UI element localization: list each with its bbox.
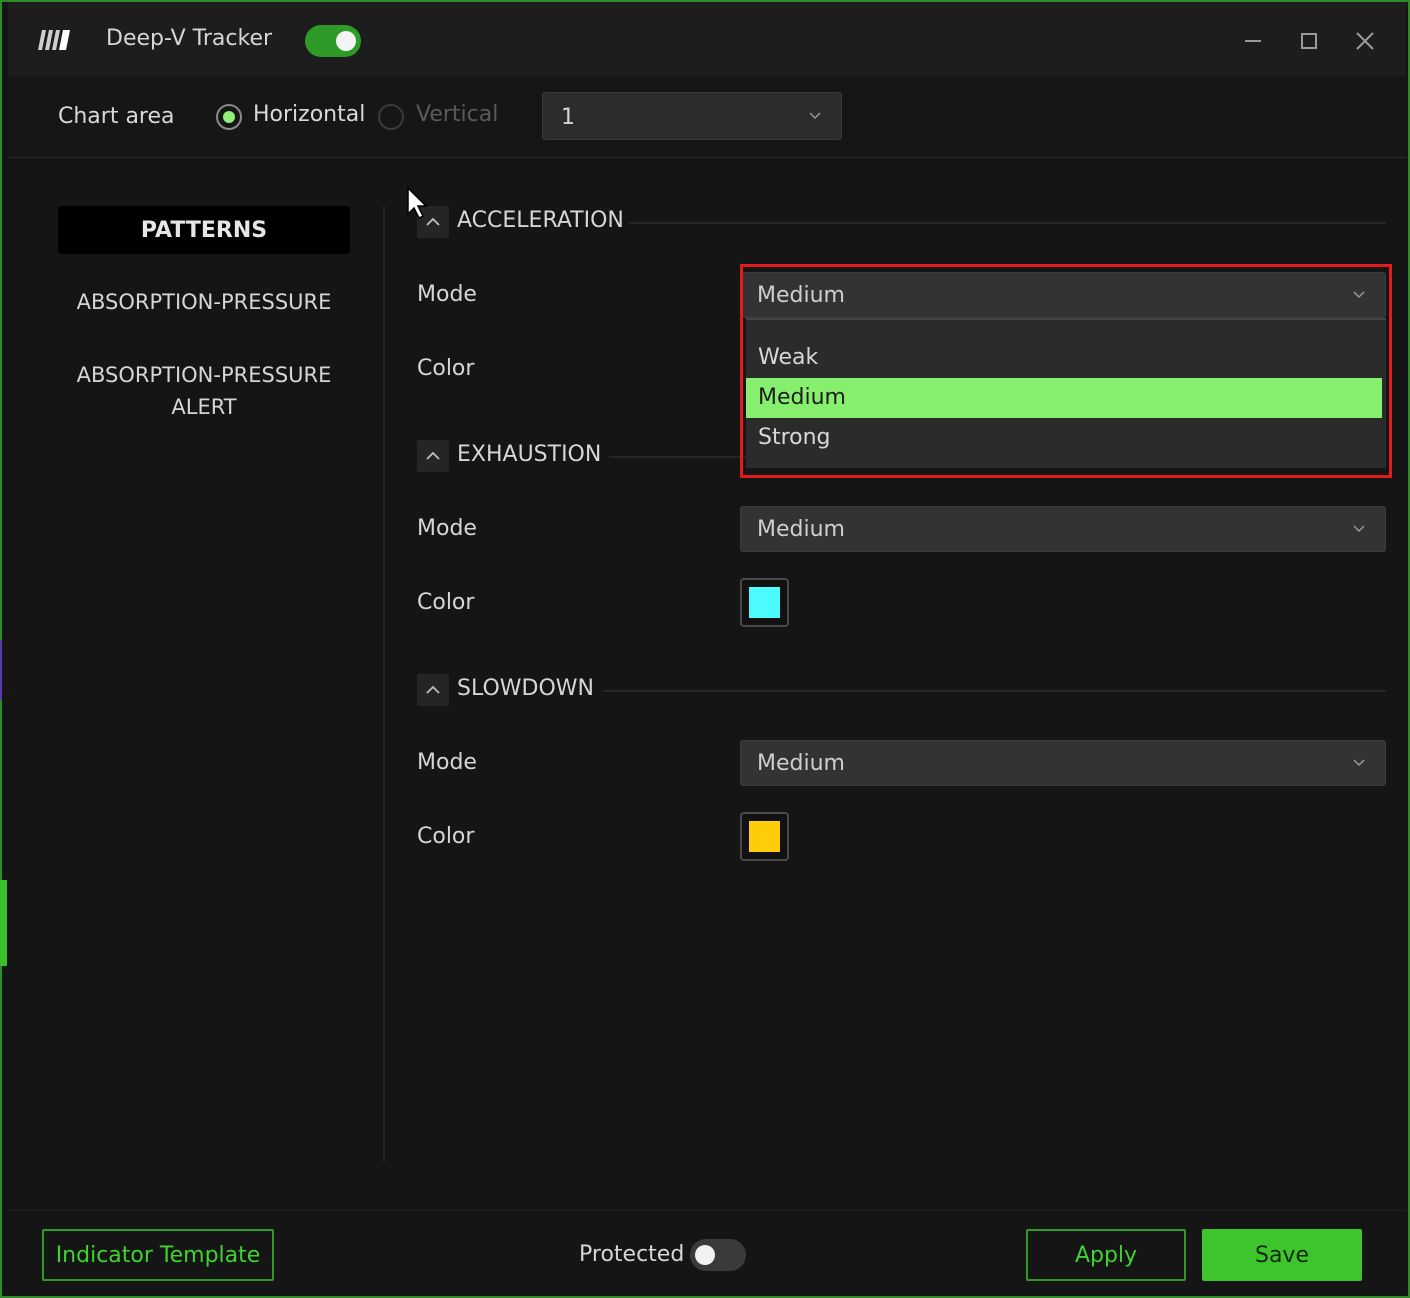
sidebar-item-patterns[interactable]: PATTERNS	[58, 206, 350, 254]
horizontal-radio[interactable]	[216, 104, 242, 130]
slowdown-color-picker[interactable]	[740, 812, 789, 861]
chevron-down-icon	[1353, 525, 1365, 533]
vertical-radio[interactable]	[378, 104, 404, 130]
slowdown-collapse-button[interactable]	[417, 674, 449, 706]
toggle-knob	[695, 1245, 715, 1265]
close-button[interactable]	[1348, 24, 1382, 58]
acceleration-color-label: Color	[417, 356, 475, 381]
acceleration-section-title: ACCELERATION	[457, 208, 624, 233]
protected-toggle[interactable]	[690, 1239, 746, 1271]
exhaustion-mode-dropdown[interactable]: Medium	[740, 506, 1386, 552]
settings-window	[0, 0, 1410, 1298]
chart-area-label: Chart area	[58, 104, 175, 129]
slowdown-color-swatch	[749, 821, 780, 852]
maximize-icon	[1301, 33, 1317, 49]
chevron-down-icon	[809, 112, 821, 120]
exhaustion-color-label: Color	[417, 590, 475, 615]
background-chart-edge	[0, 640, 8, 700]
exhaustion-collapse-button[interactable]	[417, 440, 449, 472]
slowdown-section-title: SLOWDOWN	[457, 676, 594, 701]
slowdown-mode-value: Medium	[757, 751, 845, 776]
indicator-template-button[interactable]: Indicator Template	[42, 1229, 274, 1281]
sidebar-divider	[383, 206, 385, 1162]
close-icon	[1356, 32, 1374, 50]
exhaustion-mode-value: Medium	[757, 517, 845, 542]
slowdown-mode-label: Mode	[417, 750, 477, 775]
app-title: Deep-V Tracker	[106, 26, 273, 51]
indicator-enabled-toggle[interactable]	[305, 25, 361, 57]
chart-area-row: Chart area Horizontal Vertical 1	[8, 76, 1406, 158]
background-chart-bar	[0, 880, 7, 966]
chevron-down-icon	[1353, 759, 1365, 767]
footer-bar: Indicator Template Protected Apply Save	[8, 1210, 1406, 1296]
slowdown-mode-dropdown[interactable]: Medium	[740, 740, 1386, 786]
exhaustion-color-swatch	[749, 587, 780, 618]
sidebar-item-absorption-pressure-alert[interactable]: ABSORPTION-PRESSURE ALERT	[58, 359, 350, 423]
maximize-button[interactable]	[1292, 24, 1326, 58]
vertical-radio-label[interactable]: Vertical	[416, 102, 498, 127]
chevron-up-icon	[426, 685, 440, 694]
slowdown-section-header: SLOWDOWN	[417, 674, 1386, 708]
mouse-cursor-icon	[407, 186, 428, 220]
chart-area-select-value: 1	[561, 105, 575, 130]
toggle-knob	[336, 31, 356, 51]
section-divider	[629, 222, 1386, 224]
exhaustion-color-picker[interactable]	[740, 578, 789, 627]
horizontal-radio-label[interactable]: Horizontal	[253, 102, 365, 127]
title-bar: Deep-V Tracker	[8, 2, 1406, 76]
slowdown-color-label: Color	[417, 824, 475, 849]
exhaustion-mode-label: Mode	[417, 516, 477, 541]
sidebar-item-absorption-pressure[interactable]: ABSORPTION-PRESSURE	[58, 286, 350, 318]
acceleration-mode-label: Mode	[417, 282, 477, 307]
focus-highlight-box	[740, 264, 1392, 478]
chart-area-select[interactable]: 1	[542, 92, 842, 140]
app-logo-icon	[38, 30, 70, 50]
minimize-icon	[1245, 40, 1261, 42]
save-button[interactable]: Save	[1202, 1229, 1362, 1281]
minimize-button[interactable]	[1236, 24, 1270, 58]
chevron-up-icon	[426, 451, 440, 460]
section-divider	[603, 690, 1386, 692]
protected-label: Protected	[579, 1242, 685, 1267]
apply-button[interactable]: Apply	[1026, 1229, 1186, 1281]
acceleration-section-header: ACCELERATION	[417, 206, 1386, 240]
exhaustion-section-title: EXHAUSTION	[457, 442, 602, 467]
